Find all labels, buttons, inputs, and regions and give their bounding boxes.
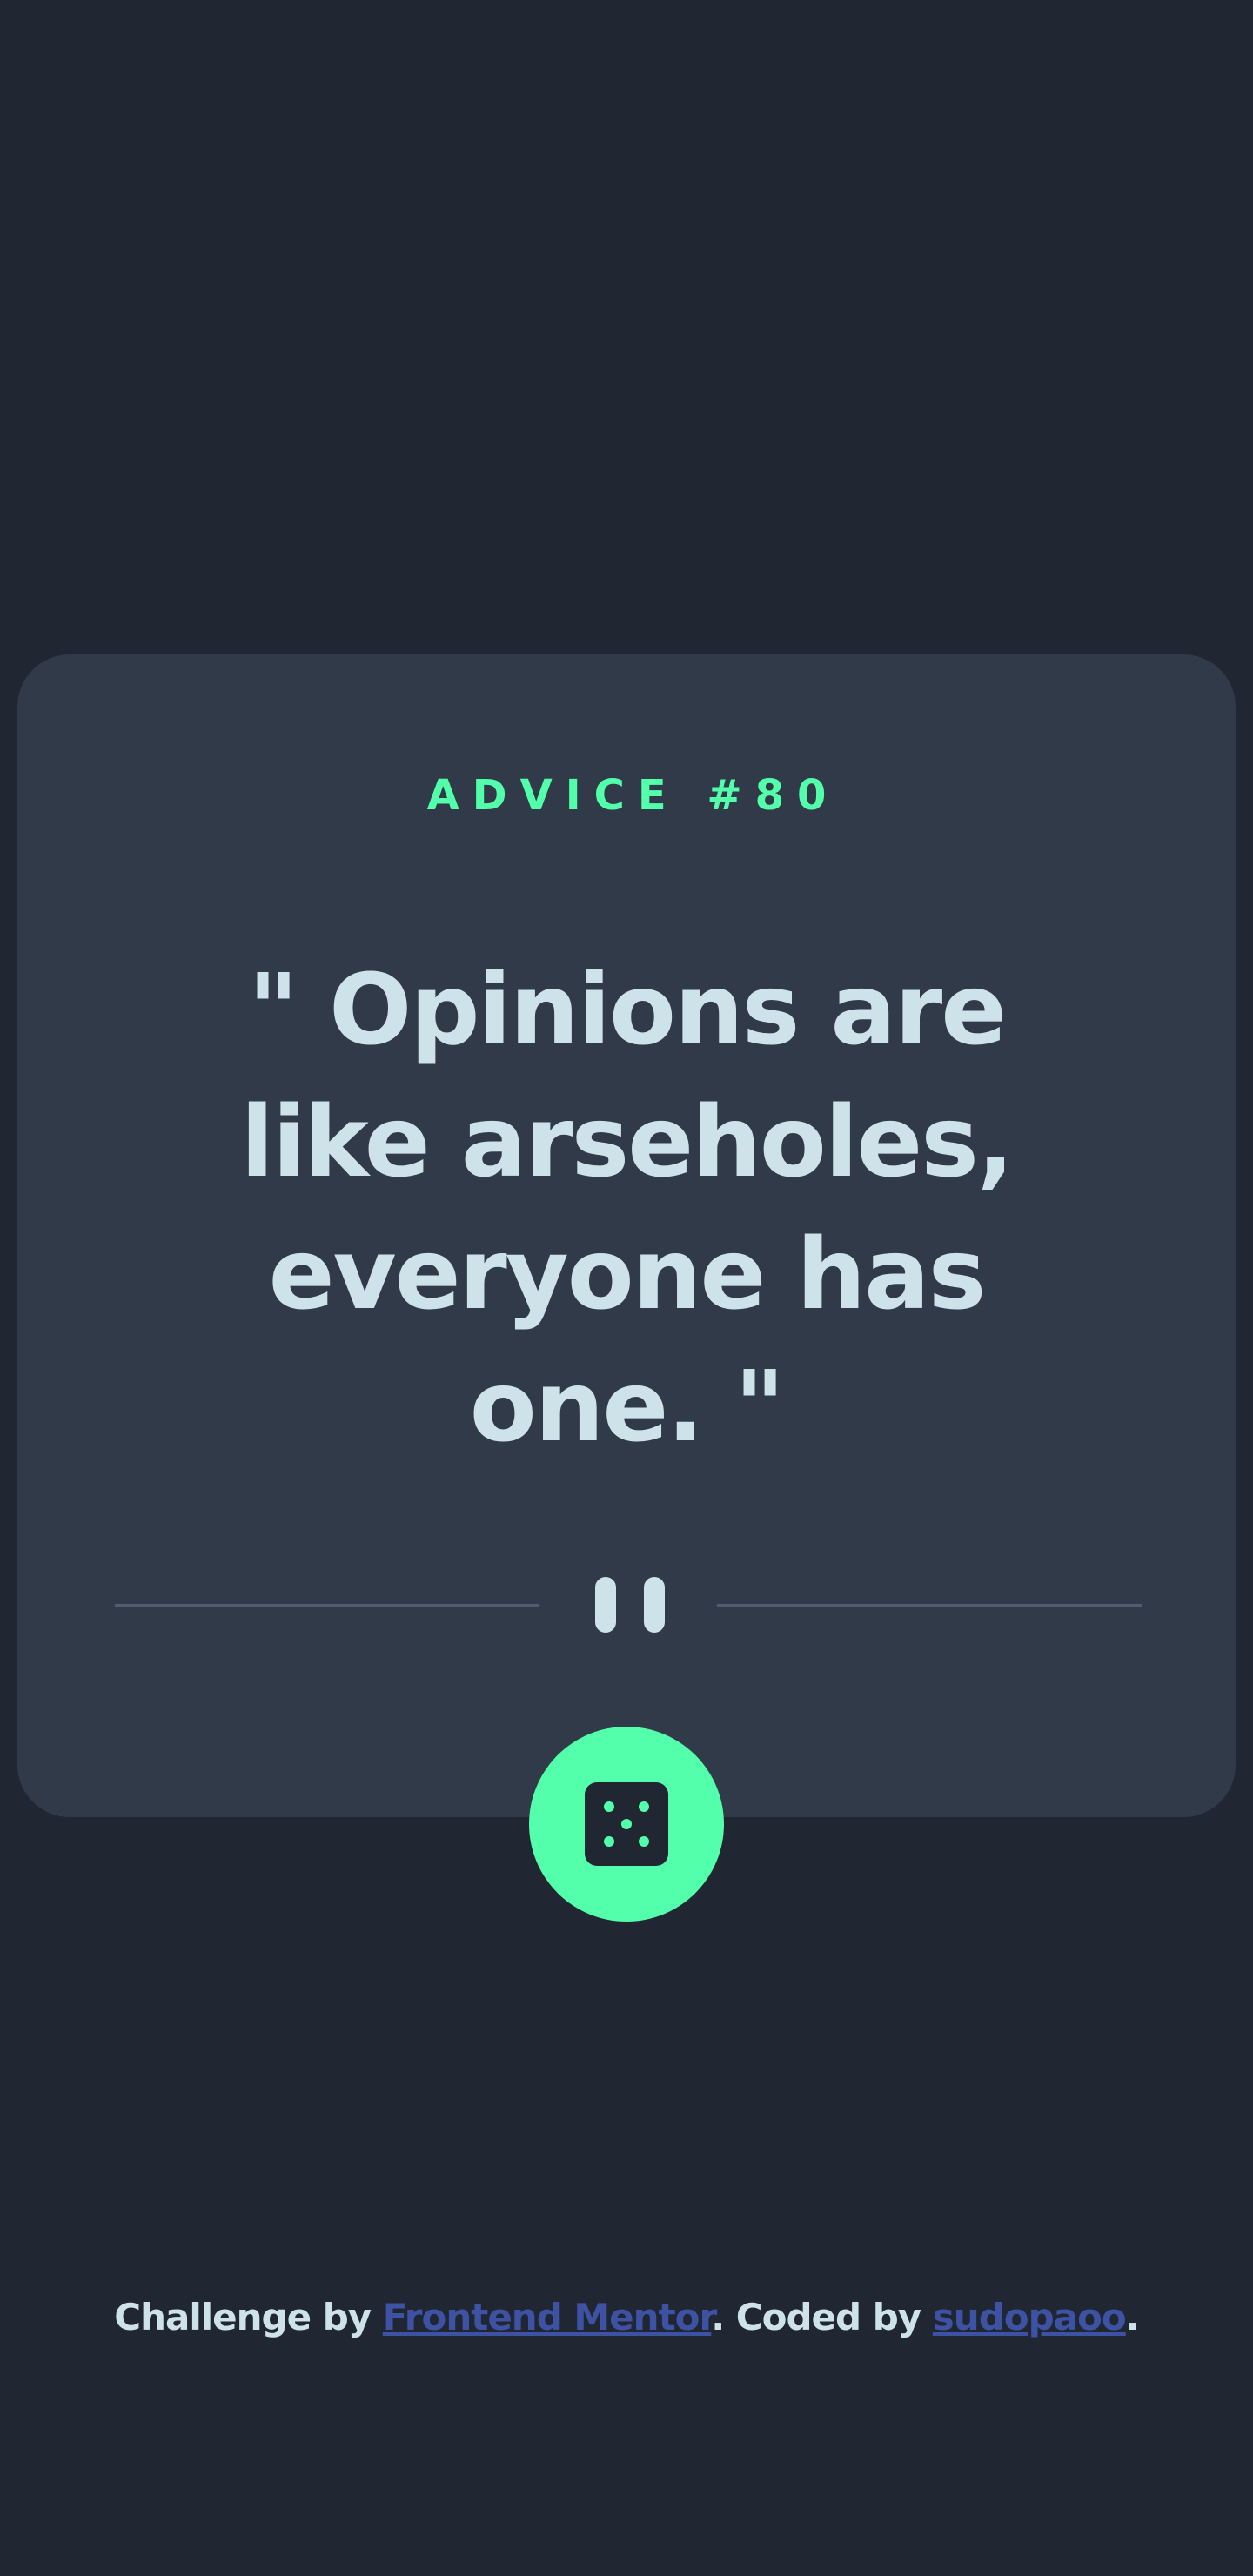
attribution-middle: . Coded by <box>711 2296 933 2338</box>
dice-pip <box>639 1801 649 1812</box>
dice-pip <box>639 1836 649 1847</box>
author-link[interactable]: sudopaoo <box>933 2296 1127 2338</box>
attribution-prefix: Challenge by <box>114 2296 383 2338</box>
pause-bar-left <box>595 1577 616 1633</box>
advice-id: ADVICE #80 <box>426 771 840 820</box>
pause-bar-right <box>644 1577 665 1633</box>
dice-pip <box>621 1819 632 1829</box>
attribution-suffix: . <box>1125 2296 1140 2338</box>
dice-icon <box>585 1782 668 1866</box>
dice-pip <box>604 1836 614 1847</box>
dice-pip <box>604 1801 614 1812</box>
divider-line-right <box>717 1604 1142 1607</box>
generate-advice-button[interactable] <box>529 1727 724 1922</box>
divider-line-left <box>115 1604 539 1607</box>
frontend-mentor-link[interactable]: Frontend Mentor <box>383 2296 712 2338</box>
advice-quote: " Opinions are like arseholes, everyone … <box>240 954 1015 1464</box>
attribution-footer: Challenge by Frontend Mentor. Coded by s… <box>0 2290 1253 2345</box>
